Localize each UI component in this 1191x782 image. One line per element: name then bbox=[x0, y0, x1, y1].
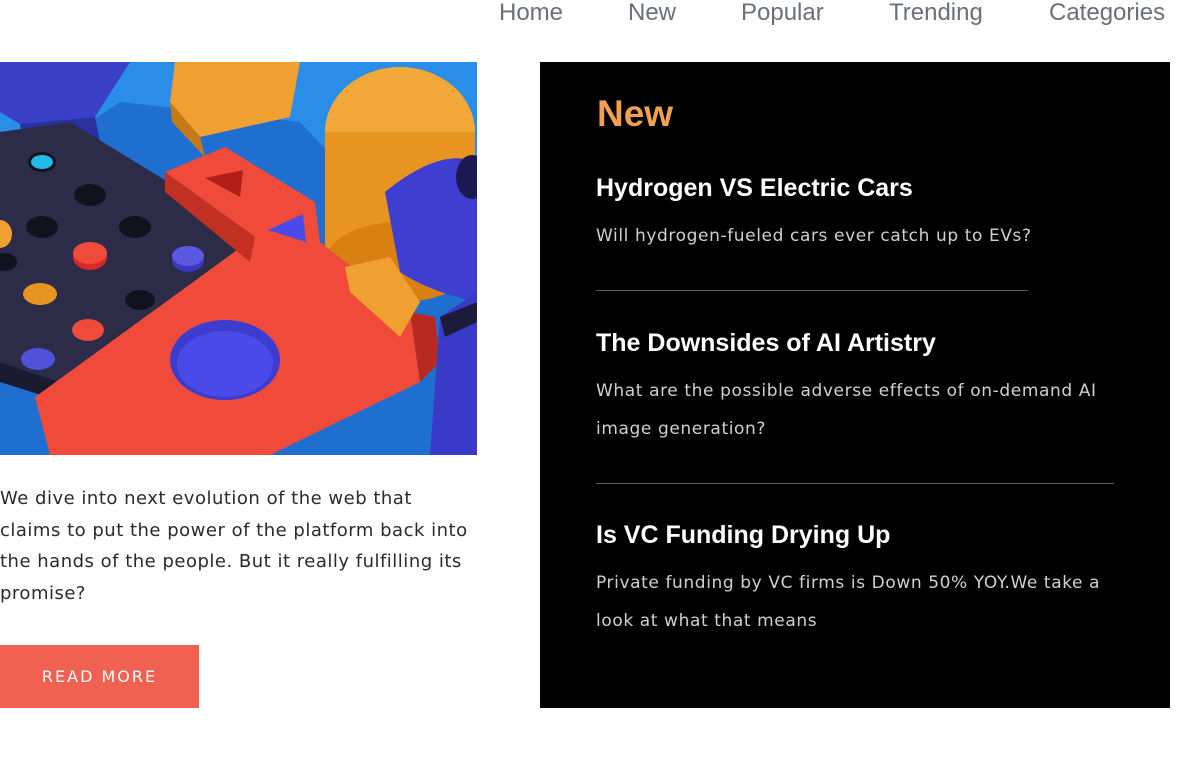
nav-categories[interactable]: Categories bbox=[1049, 0, 1165, 27]
nav-trending[interactable]: Trending bbox=[889, 0, 983, 27]
feature-excerpt: We dive into next evolution of the web t… bbox=[0, 488, 468, 604]
abstract-3d-blocks-illustration bbox=[0, 62, 477, 455]
post-summary: Private funding by VC firms is Down 50% … bbox=[596, 573, 1101, 631]
panel-title: New bbox=[597, 93, 674, 134]
post-item[interactable]: The Downsides of AI Artistry What are th… bbox=[596, 328, 1101, 448]
post-summary: What are the possible adverse effects of… bbox=[596, 381, 1097, 439]
main-nav: Home New Popular Trending Categories bbox=[0, 0, 1191, 30]
read-more-button[interactable]: READ MORE bbox=[0, 645, 199, 708]
nav-home[interactable]: Home bbox=[499, 0, 563, 27]
post-item[interactable]: Hydrogen VS Electric Cars Will hydrogen-… bbox=[596, 173, 1036, 255]
divider bbox=[596, 290, 1028, 291]
nav-popular[interactable]: Popular bbox=[741, 0, 824, 27]
nav-new[interactable]: New bbox=[628, 0, 676, 27]
feature-image bbox=[0, 62, 477, 455]
post-title[interactable]: The Downsides of AI Artistry bbox=[596, 328, 1101, 358]
new-posts-panel: New Hydrogen VS Electric Cars Will hydro… bbox=[540, 62, 1170, 708]
post-title[interactable]: Is VC Funding Drying Up bbox=[596, 520, 1111, 550]
post-title[interactable]: Hydrogen VS Electric Cars bbox=[596, 173, 1036, 203]
divider bbox=[596, 483, 1114, 484]
post-item[interactable]: Is VC Funding Drying Up Private funding … bbox=[596, 520, 1111, 640]
post-summary: Will hydrogen-fueled cars ever catch up … bbox=[596, 226, 1032, 246]
